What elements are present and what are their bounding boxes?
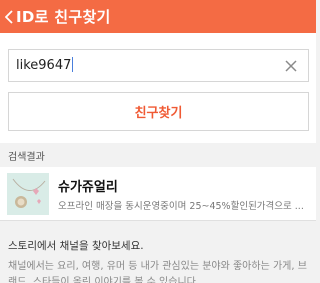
search-input-value: like9647 <box>16 57 74 73</box>
profile-thumbnail <box>7 173 49 215</box>
chevron-left-icon <box>5 9 13 24</box>
search-panel: like9647 친구찾기 <box>0 33 316 143</box>
back-button[interactable] <box>2 0 16 33</box>
find-friend-button[interactable]: 친구찾기 <box>8 92 309 131</box>
close-icon[interactable] <box>284 59 298 73</box>
text-caret <box>72 57 74 72</box>
jewelry-image <box>7 173 49 215</box>
result-section-header: 검색결과 <box>0 143 316 167</box>
story-heading: 스토리에서 채널을 찾아보세요. <box>8 240 144 252</box>
result-section-label: 검색결과 <box>8 151 45 163</box>
result-list-item[interactable]: 슈가쥬얼리 오프라인 매장을 동시운영중이며 25~45%할인된가격으로 ... <box>0 167 316 221</box>
result-description: 오프라인 매장을 동시운영중이며 25~45%할인된가격으로 ... <box>58 201 304 212</box>
find-friend-label: 친구찾기 <box>134 106 183 121</box>
story-description: 채널에서는 요리, 여행, 유머 등 내가 관심있는 분야와 좋아하는 가게, … <box>8 261 307 283</box>
id-search-input[interactable]: like9647 <box>8 49 309 82</box>
result-name: 슈가쥬얼리 <box>58 180 118 195</box>
app-header: ID로 친구찾기 <box>0 0 316 33</box>
page-title: ID로 친구찾기 <box>16 8 111 26</box>
